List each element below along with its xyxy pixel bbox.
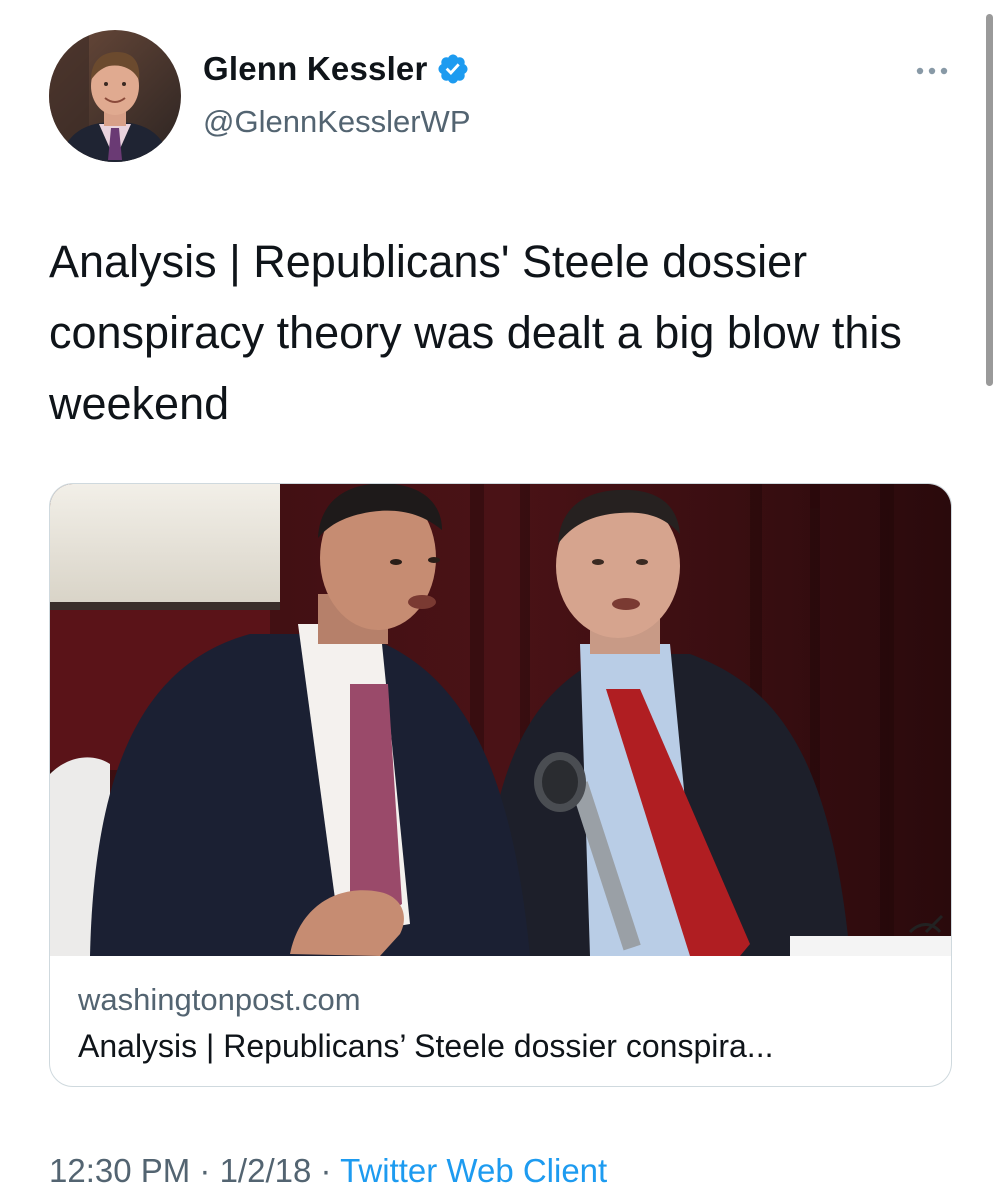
card-title: Analysis | Republicans’ Steele dossier c… — [78, 1028, 774, 1064]
meta-separator: · — [190, 1152, 220, 1189]
author-name-link[interactable]: Glenn Kessler — [203, 50, 470, 88]
tweet-text: Analysis | Republicans' Steele dossier c… — [49, 236, 902, 429]
tweet-source-link[interactable]: Twitter Web Client — [340, 1152, 607, 1189]
tweet-date[interactable]: 1/2/18 — [220, 1152, 312, 1189]
tweet-meta: 12:30 PM · 1/2/18 · Twitter Web Client — [49, 1152, 607, 1190]
meta-separator: · — [311, 1152, 341, 1189]
author-handle[interactable]: @GlennKesslerWP — [203, 104, 471, 140]
scrollbar[interactable] — [986, 14, 993, 386]
author-name: Glenn Kessler — [203, 50, 428, 87]
avatar-photo — [49, 30, 181, 162]
link-card[interactable]: washingtonpost.com Analysis | Republican… — [49, 483, 952, 1087]
card-domain: washingtonpost.com — [78, 982, 361, 1017]
avatar[interactable] — [49, 30, 181, 162]
card-image — [50, 484, 951, 956]
tweet-time[interactable]: 12:30 PM — [49, 1152, 190, 1189]
verified-badge-icon — [436, 52, 470, 86]
more-options-icon[interactable] — [910, 58, 954, 84]
